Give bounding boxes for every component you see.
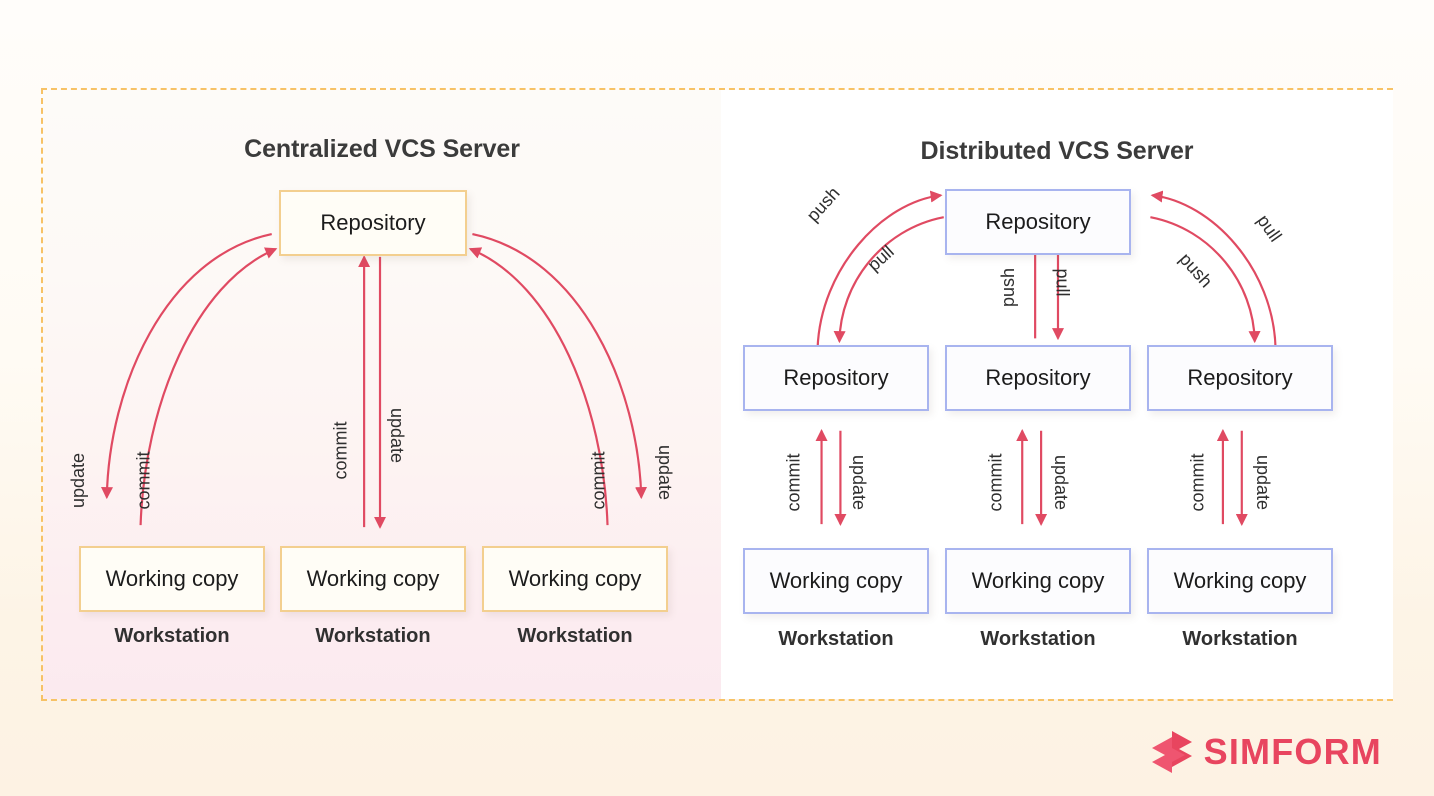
arrow-left-update (100, 232, 272, 500)
arrow-right-commit (468, 247, 609, 526)
distributed-local-repository-3[interactable]: Repository (1147, 345, 1333, 411)
centralized-working-copy-1[interactable]: Working copy (79, 546, 265, 612)
node-label: Working copy (971, 568, 1105, 593)
edge-label-col1-update: update (849, 454, 870, 511)
edge-label-col3-commit: commit (1187, 453, 1208, 512)
distributed-working-copy-2[interactable]: Working copy (945, 548, 1131, 614)
edge-label-col3-update: update (1253, 454, 1274, 511)
edge-label-col1-commit: commit (783, 453, 804, 512)
centralized-working-copy-2[interactable]: Working copy (280, 546, 466, 612)
arrow-left-commit (139, 247, 278, 526)
distributed-local-repository-1[interactable]: Repository (743, 345, 929, 411)
node-label: Repository (783, 365, 889, 390)
edge-label-center-update: update (387, 407, 408, 464)
node-label: Working copy (1173, 568, 1307, 593)
distributed-server-repository[interactable]: Repository (945, 189, 1131, 255)
edge-label-left-pull: pull (863, 241, 898, 275)
node-label: Working copy (306, 566, 440, 591)
centralized-panel-title: Centralized VCS Server (244, 135, 520, 163)
edge-label-left-commit: commit (133, 451, 154, 510)
edge-label-left-push: push (802, 182, 844, 226)
edge-label-right-commit: commit (588, 451, 609, 510)
simform-mark-icon (1151, 731, 1192, 773)
distributed-workstation-label-3: Workstation (1182, 628, 1298, 650)
edge-label-col2-commit: commit (985, 453, 1006, 512)
edge-label-left-update: update (68, 452, 89, 509)
node-label: Working copy (508, 566, 642, 591)
node-label: Working copy (769, 568, 903, 593)
edge-label-right-push: push (1175, 248, 1217, 292)
simform-wordmark: SIMFORM (1203, 731, 1382, 772)
centralized-server-repository[interactable]: Repository (279, 190, 467, 256)
edge-label-col2-update: update (1051, 454, 1072, 511)
centralized-panel: Centralized VCS Server Repository Workin… (43, 90, 721, 699)
edge-label-right-pull: pull (1253, 210, 1286, 246)
distributed-local-repository-2[interactable]: Repository (945, 345, 1131, 411)
edge-label-center-push: push (998, 267, 1019, 308)
distributed-panel: Distributed VCS Server Repository Reposi… (721, 90, 1393, 699)
edge-label-center-pull: pull (1052, 268, 1073, 297)
node-label: Repository (985, 209, 1091, 234)
distributed-working-copy-1[interactable]: Working copy (743, 548, 929, 614)
centralized-workstation-label-1: Workstation (114, 625, 230, 647)
node-label: Repository (985, 365, 1091, 390)
arrow-right-update (472, 232, 648, 500)
node-label: Repository (1187, 365, 1293, 390)
node-label: Repository (320, 210, 426, 235)
centralized-workstation-label-3: Workstation (517, 625, 633, 647)
edge-label-center-commit: commit (330, 421, 351, 480)
distributed-workstation-label-1: Workstation (778, 628, 894, 650)
distributed-working-copy-3[interactable]: Working copy (1147, 548, 1333, 614)
centralized-working-copy-3[interactable]: Working copy (482, 546, 668, 612)
distributed-panel-title: Distributed VCS Server (920, 137, 1194, 165)
simform-logo[interactable]: SIMFORM (1151, 730, 1382, 774)
centralized-workstation-label-2: Workstation (315, 625, 431, 647)
distributed-workstation-label-2: Workstation (980, 628, 1096, 650)
node-label: Working copy (105, 566, 239, 591)
diagram-frame: Centralized VCS Server Repository Workin… (41, 88, 1393, 701)
edge-label-right-update: update (655, 444, 676, 501)
arrow-left-pull (833, 216, 944, 344)
